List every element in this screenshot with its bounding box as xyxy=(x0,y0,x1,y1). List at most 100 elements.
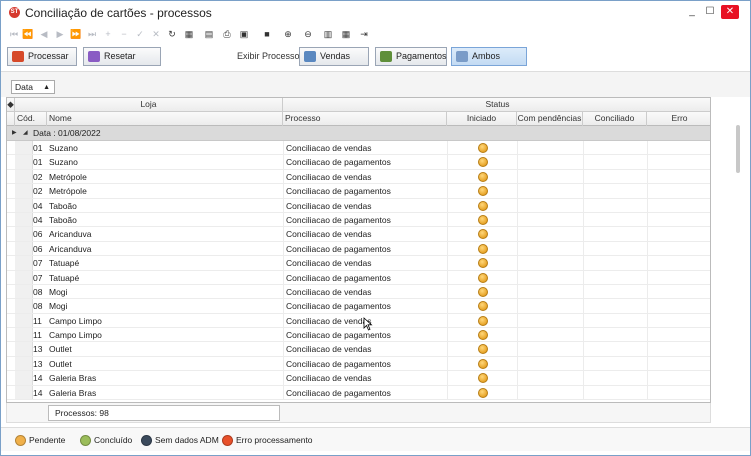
col-iniciado[interactable]: Iniciado xyxy=(447,112,517,126)
ambos-button[interactable]: Ambos xyxy=(451,47,527,66)
table-row[interactable]: 14 Galeria Bras Conciliacao de vendas xyxy=(7,371,710,386)
confirm-icon[interactable]: ✓ xyxy=(133,27,147,41)
vertical-scrollbar[interactable] xyxy=(733,97,743,403)
cell-divider xyxy=(447,155,448,170)
table-row[interactable]: 11 Campo Limpo Conciliacao de pagamentos xyxy=(7,328,710,343)
legend-dot-icon xyxy=(141,435,152,446)
cell-processo: Conciliacao de pagamentos xyxy=(286,157,391,168)
insert-icon[interactable]: + xyxy=(101,27,115,41)
main-window: ST Conciliação de cartões - processos _ … xyxy=(0,0,751,456)
zoom-in-icon[interactable]: ⊕ xyxy=(281,27,295,41)
table-row[interactable]: 04 Taboão Conciliacao de vendas xyxy=(7,198,710,213)
cell-cod: 06 xyxy=(33,229,43,240)
prev-record-icon[interactable]: ◀ xyxy=(37,27,51,41)
cell-divider xyxy=(647,342,648,357)
scrollbar-thumb[interactable] xyxy=(736,125,740,173)
table-row[interactable]: 13 Outlet Conciliacao de vendas xyxy=(7,342,710,357)
table-row[interactable]: 13 Outlet Conciliacao de pagamentos xyxy=(7,356,710,372)
group-row-date[interactable]: ▶ ◢ Data : 01/08/2022 xyxy=(7,126,710,141)
row-indent xyxy=(15,198,33,212)
cell-divider xyxy=(647,198,648,213)
table-row[interactable]: 14 Galeria Bras Conciliacao de pagamentos xyxy=(7,385,710,401)
table-row[interactable]: 07 Tatuapé Conciliacao de pagamentos xyxy=(7,270,710,285)
processar-button[interactable]: Processar xyxy=(7,47,77,66)
cell-divider xyxy=(517,169,518,184)
delete-icon[interactable]: − xyxy=(117,27,131,41)
note-icon[interactable]: ■ xyxy=(260,27,274,41)
app-icon: ST xyxy=(9,7,20,18)
cell-divider xyxy=(283,313,284,328)
pagamentos-button[interactable]: Pagamentos xyxy=(375,47,447,66)
cell-divider xyxy=(283,270,284,285)
col-nome[interactable]: Nome xyxy=(47,112,283,126)
cell-nome: Metrópole xyxy=(49,171,87,182)
table-row[interactable]: 06 Aricanduva Conciliacao de pagamentos xyxy=(7,241,710,257)
column-header-corner[interactable] xyxy=(7,112,15,126)
cancel-icon[interactable]: ✕ xyxy=(149,27,163,41)
cell-divider xyxy=(283,299,284,314)
exit-icon[interactable]: ⇥ xyxy=(357,27,371,41)
col-cod[interactable]: Cód. xyxy=(15,112,47,126)
group-by-data-chip[interactable]: Data ▲ xyxy=(11,80,55,94)
table-row[interactable]: 08 Mogi Conciliacao de pagamentos xyxy=(7,299,710,314)
reset-icon xyxy=(88,51,100,62)
refresh-icon[interactable]: ↻ xyxy=(165,27,179,41)
next-record-icon[interactable]: ▶ xyxy=(53,27,67,41)
cell-divider xyxy=(447,299,448,314)
process-grid: ◆ Loja Status Cód. Nome Processo Iniciad… xyxy=(6,97,711,403)
zoom-out-icon[interactable]: ⊖ xyxy=(301,27,315,41)
calendar-icon[interactable]: ▦ xyxy=(339,27,353,41)
table-row[interactable]: 01 Suzano Conciliacao de pagamentos xyxy=(7,155,710,170)
table-row[interactable]: 11 Campo Limpo Conciliacao de vendas xyxy=(7,313,710,329)
col-erro[interactable]: Erro xyxy=(647,112,710,126)
table-row[interactable]: 04 Taboão Conciliacao de pagamentos xyxy=(7,212,710,228)
cell-divider xyxy=(447,328,448,343)
cell-divider xyxy=(517,141,518,155)
table-row[interactable]: 02 Metrópole Conciliacao de pagamentos xyxy=(7,184,710,199)
collapse-icon[interactable]: ◢ xyxy=(23,129,28,136)
document-icon[interactable]: ▤ xyxy=(202,27,216,41)
cell-divider xyxy=(517,155,518,170)
cell-divider xyxy=(647,371,648,386)
legend-item: Erro processamento xyxy=(222,433,313,447)
table-row[interactable]: 06 Aricanduva Conciliacao de vendas xyxy=(7,227,710,242)
col-com-pendencias[interactable]: Com pendências xyxy=(517,112,583,126)
cell-divider xyxy=(283,241,284,256)
vendas-button[interactable]: Vendas xyxy=(299,47,369,66)
first-record-icon[interactable]: ⏮ xyxy=(7,27,21,41)
col-processo[interactable]: Processo xyxy=(283,112,447,126)
legend-dot-icon xyxy=(15,435,26,446)
print-icon[interactable]: ⎙ xyxy=(220,27,234,41)
resetar-label: Resetar xyxy=(104,51,136,61)
next-page-icon[interactable]: ⏩ xyxy=(69,27,83,41)
cell-divider xyxy=(583,241,584,256)
close-button[interactable]: ✕ xyxy=(721,5,739,19)
cell-divider xyxy=(517,198,518,213)
maximize-button[interactable]: ☐ xyxy=(702,5,718,19)
last-record-icon[interactable]: ⏭ xyxy=(85,27,99,41)
minimize-button[interactable]: _ xyxy=(684,5,700,19)
table-row[interactable]: 02 Metrópole Conciliacao de vendas xyxy=(7,169,710,185)
resetar-button[interactable]: Resetar xyxy=(83,47,161,66)
status-pendente-icon xyxy=(478,258,488,269)
col-conciliado[interactable]: Conciliado xyxy=(583,112,647,126)
cell-processo: Conciliacao de vendas xyxy=(286,200,372,211)
report-icon[interactable]: ▥ xyxy=(321,27,335,41)
status-pendente-icon xyxy=(478,171,488,182)
cell-divider xyxy=(447,212,448,227)
status-pendente-icon xyxy=(478,200,488,211)
print-preview-icon[interactable]: ▣ xyxy=(237,27,251,41)
cell-divider xyxy=(583,385,584,400)
table-row[interactable]: 07 Tatuapé Conciliacao de vendas xyxy=(7,256,710,271)
cell-nome: Metrópole xyxy=(49,186,87,197)
group-by-label: Data xyxy=(15,82,33,92)
process-icon xyxy=(12,51,24,62)
cell-divider xyxy=(517,241,518,256)
cell-divider xyxy=(447,313,448,328)
prev-page-icon[interactable]: ⏪ xyxy=(21,27,35,41)
table-row[interactable]: 01 Suzano Conciliacao de vendas xyxy=(7,141,710,156)
grid-corner-icon[interactable]: ◆ xyxy=(7,98,15,112)
export-icon[interactable]: ▦ xyxy=(182,27,196,41)
cell-processo: Conciliacao de pagamentos xyxy=(286,243,391,254)
table-row[interactable]: 08 Mogi Conciliacao de vendas xyxy=(7,284,710,300)
